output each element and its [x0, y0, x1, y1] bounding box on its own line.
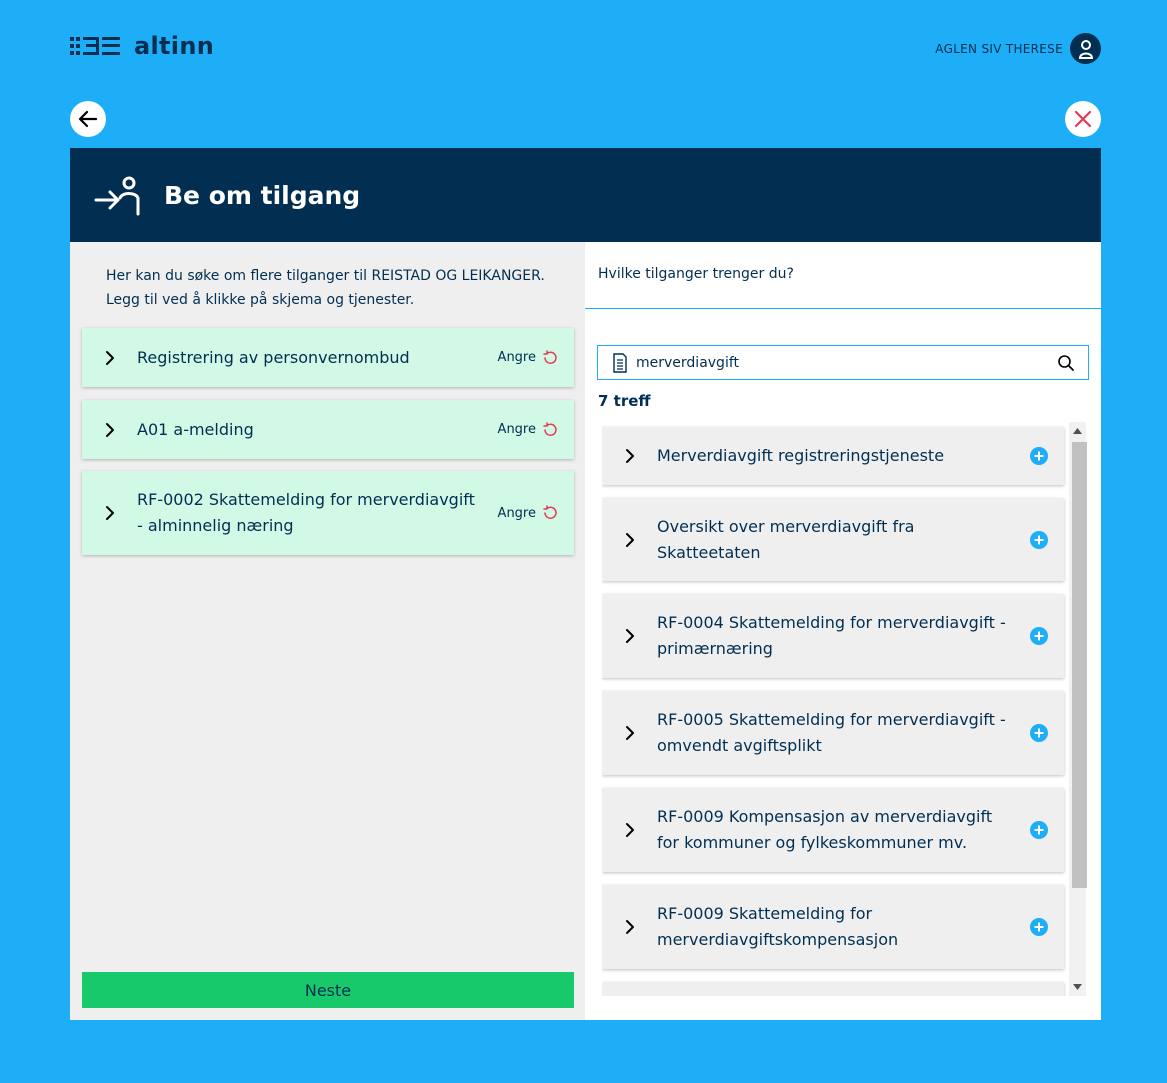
arrow-left-icon: [78, 110, 98, 128]
chevron-right-icon: [602, 628, 657, 644]
chevron-right-icon: [602, 725, 657, 741]
close-icon: [1074, 110, 1092, 128]
add-circle-icon[interactable]: [1030, 821, 1048, 839]
add-circle-icon[interactable]: [1030, 724, 1048, 742]
altinn-logo-icon: [70, 37, 120, 55]
undo-label: Angre: [497, 505, 536, 521]
question-text: Hvilke tilganger trenger du?: [598, 266, 794, 282]
intro-line: Legg til ved å klikke på skjema og tjene…: [106, 292, 415, 308]
result-item[interactable]: RF-0009 Skattemelding for merverdiavgift…: [602, 885, 1064, 969]
chevron-right-icon: [602, 532, 657, 548]
add-circle-icon[interactable]: [1030, 627, 1048, 645]
result-item[interactable]: RF-0005 Skattemelding for merverdiavgift…: [602, 691, 1064, 775]
search-input[interactable]: [636, 354, 1057, 371]
user-name: AGLEN SIV THERESE: [935, 41, 1063, 56]
close-button[interactable]: [1065, 101, 1101, 137]
selected-item[interactable]: RF-0002 Skattemelding for merverdiavgift…: [82, 471, 574, 555]
selected-item-title: A01 a-melding: [137, 419, 254, 439]
chevron-right-icon: [602, 448, 657, 464]
user-icon: [1078, 39, 1093, 59]
back-button[interactable]: [70, 101, 106, 137]
scroll-up-icon[interactable]: [1072, 426, 1083, 436]
chevron-right-icon: [82, 350, 137, 366]
modal-header: Be om tilgang: [70, 148, 1101, 242]
add-circle-icon[interactable]: [1030, 918, 1048, 936]
result-item[interactable]: [602, 982, 1064, 996]
scrollbar-thumb[interactable]: [1072, 442, 1087, 888]
result-title: RF-0009 Skattemelding for merverdiavgift…: [657, 904, 899, 949]
request-access-icon: [94, 176, 140, 216]
results-list: Merverdiavgift registreringstjeneste Ove…: [602, 422, 1089, 996]
undo-button[interactable]: Angre: [497, 421, 558, 438]
undo-icon: [543, 505, 557, 519]
altinn-logo[interactable]: altinn: [70, 32, 214, 60]
search-box[interactable]: [597, 345, 1089, 380]
result-item[interactable]: Merverdiavgift registreringstjeneste: [602, 427, 1064, 485]
result-title: RF-0005 Skattemelding for merverdiavgift…: [657, 710, 1006, 755]
logo-text: altinn: [134, 32, 215, 60]
chevron-right-icon: [82, 422, 137, 438]
result-title: Oversikt over merverdiavgift fra Skattee…: [657, 516, 915, 562]
undo-label: Angre: [497, 422, 536, 437]
search-access-pane: Hvilke tilganger trenger du? 7 treff Mer…: [585, 242, 1101, 1020]
selected-item[interactable]: A01 a-melding Angre: [82, 400, 574, 459]
document-icon: [613, 352, 627, 373]
chevron-right-icon: [82, 505, 137, 521]
user-menu[interactable]: AGLEN SIV THERESE: [935, 33, 1101, 64]
undo-icon: [543, 349, 557, 364]
result-title: RF-0009 Kompensasjon av merverdiavgift f…: [657, 807, 993, 852]
result-item[interactable]: RF-0004 Skattemelding for merverdiavgift…: [602, 594, 1064, 678]
undo-button[interactable]: Angre: [497, 349, 558, 366]
selected-item-title: Registrering av personvernombud: [137, 347, 410, 367]
result-item[interactable]: Oversikt over merverdiavgift fra Skattee…: [602, 498, 1064, 581]
add-circle-icon[interactable]: [1030, 447, 1048, 465]
next-button[interactable]: Neste: [82, 972, 574, 1008]
add-circle-icon[interactable]: [1030, 530, 1048, 549]
modal-title: Be om tilgang: [164, 180, 361, 210]
top-bar: altinn AGLEN SIV THERESE: [70, 30, 1101, 70]
result-title: RF-0004 Skattemelding for merverdiavgift…: [657, 613, 1006, 658]
intro-line: Her kan du søke om flere tilganger til R…: [106, 268, 545, 284]
scroll-down-icon[interactable]: [1072, 982, 1083, 992]
undo-button[interactable]: Angre: [498, 505, 558, 521]
search-icon[interactable]: [1057, 354, 1075, 372]
undo-label: Angre: [497, 350, 536, 365]
hit-count: 7 treff: [598, 392, 651, 410]
avatar[interactable]: [1070, 33, 1101, 64]
result-title: Merverdiavgift registreringstjeneste: [657, 446, 945, 465]
undo-icon: [543, 421, 557, 436]
selected-access-pane: Her kan du søke om flere tilganger til R…: [70, 242, 585, 1020]
chevron-right-icon: [602, 919, 657, 935]
result-item[interactable]: RF-0009 Kompensasjon av merverdiavgift f…: [602, 788, 1064, 872]
divider: [585, 308, 1101, 309]
request-access-modal: Be om tilgang Her kan du søke om flere t…: [70, 148, 1101, 1020]
selected-item-title: RF-0002 Skattemelding for merverdiavgift…: [137, 490, 475, 535]
chevron-right-icon: [602, 822, 657, 838]
intro-text: Her kan du søke om flere tilganger til R…: [106, 264, 545, 312]
selected-item[interactable]: Registrering av personvernombud Angre: [82, 328, 574, 387]
